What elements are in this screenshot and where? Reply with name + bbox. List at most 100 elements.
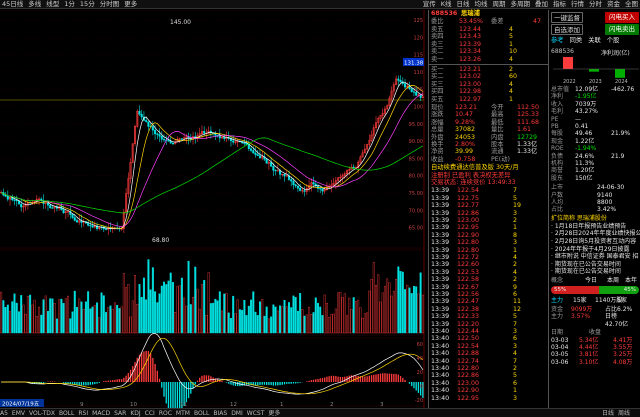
tick-row: 13:40 122.88 4 — [429, 350, 549, 357]
toolbar-right-item-9[interactable]: 分时 — [589, 0, 602, 8]
current-price-text: 131.38 — [404, 61, 424, 67]
toolbar-right-item-10[interactable]: 资金 — [607, 0, 620, 8]
fin-row: 毛利 43.27% — [549, 108, 640, 115]
indicator-tab-3[interactable]: BOLL — [59, 410, 74, 417]
tick-time: 13:40 — [431, 379, 450, 387]
stat-value: 9.28% — [455, 118, 476, 126]
toolbar-right-item-0[interactable]: 宣传 — [423, 0, 436, 8]
period-tab-0[interactable]: 日线 — [602, 410, 614, 417]
stat-value: 125.33 — [517, 111, 540, 119]
right-tab-3[interactable]: 个股 — [607, 37, 620, 44]
indicator-tab-10[interactable]: MTM — [176, 410, 190, 417]
indicator-tab-4[interactable]: RSI — [78, 410, 88, 417]
tick-row: 13:40 122.44 3 — [429, 328, 549, 335]
period-tab-1[interactable]: 周线 — [618, 410, 630, 417]
right-tabs[interactable]: 参考 同类 关联 个股 — [551, 37, 640, 45]
indicator-tab-15[interactable]: 更多 — [268, 410, 280, 417]
volume-bar — [33, 299, 36, 334]
flash-buy-button[interactable]: 闪电买入 — [605, 12, 639, 23]
news-item[interactable]: · 继市附说 中信证券 国泰君安 招 — [551, 253, 639, 260]
tick-volume: 5 — [513, 372, 518, 380]
indicator-tab-8[interactable]: CCI — [145, 410, 155, 417]
indicator-tab-5[interactable]: MACD — [92, 410, 110, 417]
tick-price: 123.00 — [457, 217, 480, 224]
indicator-tab-12[interactable]: BIAS — [213, 410, 227, 417]
volume-bar — [35, 315, 38, 334]
one-key-button[interactable]: 一键监督 — [551, 12, 583, 23]
right-tab-2[interactable]: 关联 — [588, 37, 601, 44]
toolbar-item-6[interactable]: 更多 — [124, 0, 137, 8]
volume-bar — [96, 302, 99, 334]
volume-bar — [323, 294, 326, 334]
tick-time: 13:39 — [431, 283, 450, 291]
kline-chart-svg[interactable]: 145.00 68.80 131.38 125 120 115 110 105 100 95.00… — [0, 10, 428, 408]
indicator-tabs[interactable]: A5 EMV VOL-TDX BOLL RSI MACD SAR KDJ CCI ROC MTM BO… — [0, 410, 284, 417]
volume-bar — [80, 301, 83, 334]
candle-body — [303, 190, 306, 192]
indicator-tab-2[interactable]: VOL-TDX — [29, 410, 55, 417]
info-label: 占比 — [551, 206, 564, 214]
toolbar-item-4[interactable]: 15分 — [80, 0, 95, 8]
volume-bar — [60, 298, 63, 334]
flash-sell-button[interactable]: 闪电卖出 — [605, 24, 639, 35]
volume-bar — [109, 305, 112, 334]
order-ratio-row: 委比 53.45% 委差 47 — [429, 18, 549, 25]
toolbar-right-item-2[interactable]: 日线 — [457, 0, 470, 8]
toolbar-right: 宣传 K线 日线 均线 周期 多周期 叠加 指标 行情 分时 资金 全图 — [418, 0, 638, 9]
toolbar-item-0[interactable]: 45日线 — [2, 0, 23, 8]
indicator-tab-6[interactable]: SAR — [114, 410, 126, 417]
toolbar-item-2[interactable]: 线型 — [46, 0, 59, 8]
stat-row: 收益 -0.758 PE(动) — [429, 156, 549, 163]
sub-tab-3[interactable]: 5家 — [617, 297, 627, 304]
candle-body — [247, 144, 250, 149]
toolbar-right-item-4[interactable]: 周期 — [493, 0, 506, 8]
volume-bar — [252, 291, 255, 334]
kline-chart-area[interactable]: 145.00 68.80 131.38 125 120 115 110 105 100 95.00… — [0, 10, 428, 408]
toolbar-item-1[interactable]: 多线 — [28, 0, 41, 8]
toolbar-right-item-8[interactable]: 行情 — [571, 0, 584, 8]
sub-tab-0[interactable]: 主力 — [551, 297, 563, 304]
info-row: 上市 24-06-30 — [549, 184, 640, 191]
toolbar-right-item-6[interactable]: 叠加 — [535, 0, 548, 8]
right-tab-0[interactable]: 参考 — [551, 37, 564, 44]
indicator-tab-1[interactable]: EMV — [12, 410, 25, 417]
news-item[interactable]: · 2024年年报于4月29日披露 — [551, 246, 630, 253]
sub-tab-1[interactable]: 15家 — [573, 297, 587, 304]
fin-right: 21.9% — [611, 130, 631, 138]
right-tab-1[interactable]: 同类 — [570, 37, 583, 44]
indicator-tab-0[interactable]: A5 — [0, 410, 8, 417]
toolbar-right-item-7[interactable]: 指标 — [553, 0, 566, 8]
news-item[interactable]: · 期货现在已公告交易时间 — [551, 268, 621, 275]
indicator-tab-9[interactable]: ROC — [159, 410, 172, 417]
fin-value: 1.22亿 — [575, 137, 595, 145]
tick-time: 13:39 — [431, 305, 450, 313]
volume-bar — [421, 294, 424, 334]
add-watch-button[interactable]: 自选添加 — [551, 24, 583, 35]
news-item[interactable]: · 2月28日2024年年度业绩快报公告 — [551, 230, 640, 237]
toolbar-right-item-1[interactable]: K线 — [441, 0, 452, 8]
quote-note: 自动续费通达信普及版 30天/月 — [431, 164, 519, 172]
toolbar-item-5[interactable]: 分时图 — [100, 0, 120, 8]
toolbar-item-3[interactable]: 1分 — [64, 0, 75, 8]
period-tabs[interactable]: 日线 周线 — [602, 409, 634, 417]
tick-time: 13:39 — [431, 276, 450, 284]
info-value: 8800 — [597, 199, 613, 206]
tick-time: 13:40 — [431, 335, 450, 343]
toolbar-right-item-11[interactable]: 全图 — [625, 0, 638, 8]
news-item[interactable]: · 2月28日询5月投资者互动内容 — [551, 238, 636, 245]
tick-volume: 2 — [513, 276, 518, 284]
candle-body — [154, 129, 157, 135]
indicator-tab-11[interactable]: BOLL — [194, 410, 209, 417]
weicha-label: 委差 — [491, 18, 504, 25]
profit-year: 2023 — [589, 79, 602, 84]
news-row: · 2024年年报于4月29日披露 — [549, 246, 640, 253]
toolbar-right-item-3[interactable]: 均线 — [475, 0, 488, 8]
indicator-tab-13[interactable]: DMI — [231, 410, 243, 417]
fin-label: ROE — [551, 145, 564, 153]
tick-volume: 3 — [513, 342, 518, 350]
tick-price: 122.86 — [457, 209, 480, 217]
buy-level-volume: 60 — [509, 73, 518, 81]
indicator-tab-7[interactable]: KDJ — [130, 410, 140, 417]
indicator-tab-14[interactable]: WCST — [247, 410, 265, 417]
toolbar-right-item-5[interactable]: 多周期 — [511, 0, 531, 8]
